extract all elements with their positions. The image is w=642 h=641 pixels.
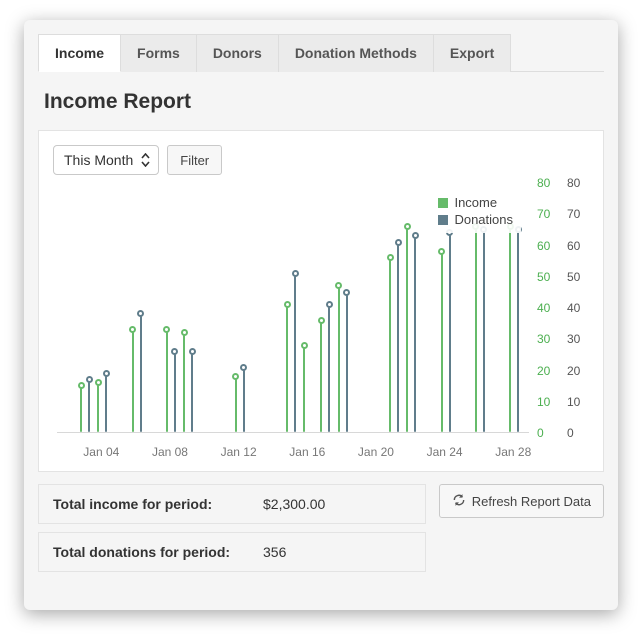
report-controls: This Month Filter xyxy=(49,145,593,175)
date-range-value: This Month xyxy=(64,152,133,168)
tab-donors[interactable]: Donors xyxy=(197,34,279,72)
total-income-value: $2,300.00 xyxy=(263,496,325,512)
tab-donation-methods[interactable]: Donation Methods xyxy=(279,34,434,72)
total-donations-label: Total donations for period: xyxy=(53,544,263,560)
legend-item-income: Income xyxy=(438,195,513,210)
tab-income[interactable]: Income xyxy=(38,34,121,72)
legend-label-donations: Donations xyxy=(454,212,513,227)
refresh-button-label: Refresh Report Data xyxy=(472,494,591,509)
page-title: Income Report xyxy=(44,90,598,114)
x-axis: Jan 04Jan 08Jan 12Jan 16Jan 20Jan 24Jan … xyxy=(57,441,529,459)
total-donations-row: Total donations for period: 356 xyxy=(38,532,426,572)
total-donations-value: 356 xyxy=(263,544,286,560)
legend-swatch-donations xyxy=(438,215,448,225)
refresh-report-button[interactable]: Refresh Report Data xyxy=(439,484,604,518)
tab-export[interactable]: Export xyxy=(434,34,511,72)
tab-bar: Income Forms Donors Donation Methods Exp… xyxy=(38,34,604,72)
legend-swatch-income xyxy=(438,198,448,208)
totals-section: Total income for period: $2,300.00 Refre… xyxy=(38,484,604,572)
total-income-row: Total income for period: $2,300.00 xyxy=(38,484,426,524)
filter-button[interactable]: Filter xyxy=(167,145,222,175)
report-panel: Income Forms Donors Donation Methods Exp… xyxy=(24,20,618,610)
chevron-updown-icon xyxy=(141,153,150,167)
legend-label-income: Income xyxy=(454,195,497,210)
date-range-select[interactable]: This Month xyxy=(53,145,159,175)
income-chart: 80706050403020100 80706050403020100 Jan … xyxy=(49,183,593,463)
chart-legend: Income Donations xyxy=(430,189,521,233)
report-body: This Month Filter 80706050403020100 8070… xyxy=(38,130,604,472)
y-axis-income: 80706050403020100 xyxy=(533,183,559,433)
refresh-icon xyxy=(452,493,466,510)
y-axis-donations: 80706050403020100 xyxy=(563,183,589,433)
legend-item-donations: Donations xyxy=(438,212,513,227)
tab-forms[interactable]: Forms xyxy=(121,34,197,72)
total-income-label: Total income for period: xyxy=(53,496,263,512)
